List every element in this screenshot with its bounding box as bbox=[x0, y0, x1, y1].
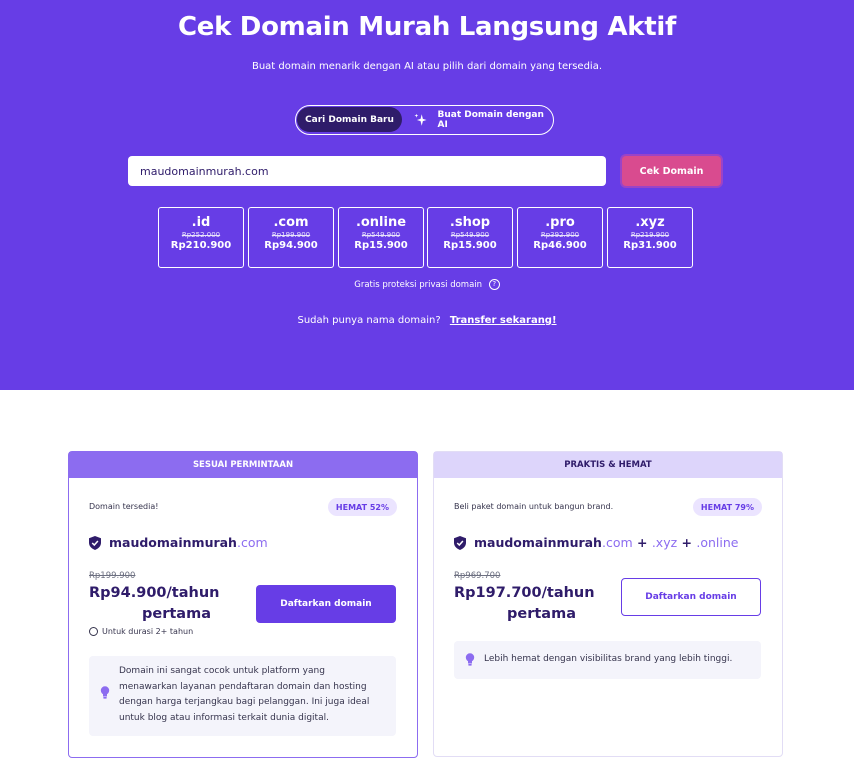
tld-price: Rp94.900 bbox=[264, 240, 318, 251]
tld-price: Rp15.900 bbox=[354, 240, 408, 251]
domain-search-input[interactable] bbox=[128, 156, 606, 186]
tld-old-price: Rp199.900 bbox=[271, 231, 311, 239]
tab-ai-domain[interactable]: Buat Domain dengan AI bbox=[414, 106, 553, 133]
on-demand-card: SESUAI PERMINTAAN Domain tersedia! HEMAT… bbox=[68, 451, 418, 758]
domain-base: maudomainmurah bbox=[474, 535, 602, 550]
privacy-note: Gratis proteksi privasi domain ? bbox=[0, 279, 854, 290]
duration-note: Untuk durasi 2+ tahun bbox=[89, 627, 193, 636]
tld-card-pro[interactable]: .pro Rp392.900 Rp46.900 bbox=[517, 207, 603, 268]
availability-note: Domain tersedia! bbox=[89, 502, 159, 511]
domain-name: maudomainmurah .com bbox=[89, 535, 268, 550]
plus-sign: + bbox=[677, 535, 697, 550]
tld-old-price: Rp252.000 bbox=[181, 231, 221, 239]
lightbulb-icon bbox=[465, 653, 475, 666]
transfer-link[interactable]: Transfer sekarang! bbox=[450, 315, 557, 326]
clock-icon bbox=[89, 627, 98, 636]
tld-name: .online bbox=[355, 215, 407, 230]
old-price: Rp199.900 bbox=[89, 571, 136, 581]
register-domain-button[interactable]: Daftarkan domain bbox=[256, 585, 396, 623]
tld-old-price: Rp219.900 bbox=[630, 231, 670, 239]
price-period: pertama bbox=[507, 606, 576, 622]
tld-name: .pro bbox=[545, 215, 575, 230]
tld-card-com[interactable]: .com Rp199.900 Rp94.900 bbox=[248, 207, 334, 268]
card-header: PRAKTIS & HEMAT bbox=[434, 452, 782, 478]
old-price: Rp969.700 bbox=[454, 571, 501, 581]
tld-card-id[interactable]: .id Rp252.000 Rp210.900 bbox=[158, 207, 244, 268]
info-text: Lebih hemat dengan visibilitas brand yan… bbox=[484, 654, 733, 665]
domain-tld: .xyz bbox=[651, 535, 678, 550]
hero-section: Cek Domain Murah Langsung Aktif Buat dom… bbox=[0, 0, 854, 390]
discount-badge: HEMAT 79% bbox=[692, 498, 762, 516]
domain-tld: .com bbox=[236, 535, 268, 550]
plus-sign: + bbox=[632, 535, 652, 550]
tld-name: .id bbox=[191, 215, 211, 230]
domain-bundle: maudomainmurah .com + .xyz + .online bbox=[454, 535, 738, 550]
tld-old-price: Rp549.900 bbox=[450, 231, 490, 239]
privacy-text: Gratis proteksi privasi domain bbox=[354, 280, 483, 290]
tld-name: .shop bbox=[449, 215, 491, 230]
tld-price: Rp15.900 bbox=[443, 240, 497, 251]
discount-badge: HEMAT 52% bbox=[327, 498, 397, 516]
check-domain-button[interactable]: Cek Domain bbox=[622, 156, 721, 186]
domain-base: maudomainmurah bbox=[109, 535, 237, 550]
search-mode-toggle: Cari Domain Baru Buat Domain dengan AI bbox=[295, 105, 554, 135]
tld-card-online[interactable]: .online Rp549.900 Rp15.900 bbox=[338, 207, 424, 268]
tld-price: Rp31.900 bbox=[623, 240, 677, 251]
price-period: pertama bbox=[142, 606, 211, 622]
lightbulb-icon bbox=[100, 686, 110, 699]
sparkle-icon bbox=[414, 113, 427, 126]
register-bundle-button[interactable]: Daftarkan domain bbox=[621, 578, 761, 616]
duration-text: Untuk durasi 2+ tahun bbox=[102, 627, 194, 636]
page-subtitle: Buat domain menarik dengan AI atau pilih… bbox=[251, 61, 603, 72]
card-header: SESUAI PERMINTAAN bbox=[69, 452, 417, 478]
bundle-note: Beli paket domain untuk bangun brand. bbox=[454, 502, 614, 511]
tld-name: .xyz bbox=[635, 215, 665, 230]
tld-price: Rp46.900 bbox=[533, 240, 587, 251]
tld-price: Rp210.900 bbox=[170, 240, 232, 251]
price: Rp197.700/tahun pertama bbox=[454, 583, 604, 625]
tld-name: .com bbox=[273, 215, 309, 230]
page-title: Cek Domain Murah Langsung Aktif bbox=[177, 12, 677, 42]
shield-check-icon bbox=[454, 535, 466, 550]
shield-check-icon bbox=[89, 535, 101, 550]
transfer-text: Sudah punya nama domain? bbox=[297, 315, 441, 326]
bundle-info-box: Lebih hemat dengan visibilitas brand yan… bbox=[454, 641, 761, 679]
help-icon[interactable]: ? bbox=[488, 279, 500, 290]
transfer-row: Sudah punya nama domain? Transfer sekara… bbox=[0, 315, 854, 326]
domain-tld: .com bbox=[601, 535, 633, 550]
info-text: Domain ini sangat cocok untuk platform y… bbox=[119, 666, 370, 723]
tld-old-price: Rp549.900 bbox=[361, 231, 401, 239]
bundle-card: PRAKTIS & HEMAT Beli paket domain untuk … bbox=[433, 451, 783, 757]
domain-tld: .online bbox=[696, 535, 739, 550]
tld-old-price: Rp392.900 bbox=[540, 231, 580, 239]
price-amount: Rp94.900/tahun bbox=[89, 585, 220, 601]
domain-info-box: Domain ini sangat cocok untuk platform y… bbox=[89, 656, 396, 736]
tab-find-new-domain[interactable]: Cari Domain Baru bbox=[297, 107, 402, 132]
tld-card-shop[interactable]: .shop Rp549.900 Rp15.900 bbox=[427, 207, 513, 268]
tab-ai-label: Buat Domain dengan AI bbox=[437, 109, 544, 130]
tld-card-xyz[interactable]: .xyz Rp219.900 Rp31.900 bbox=[607, 207, 693, 268]
price: Rp94.900/tahun pertama bbox=[89, 583, 239, 625]
price-amount: Rp197.700/tahun bbox=[454, 585, 595, 601]
